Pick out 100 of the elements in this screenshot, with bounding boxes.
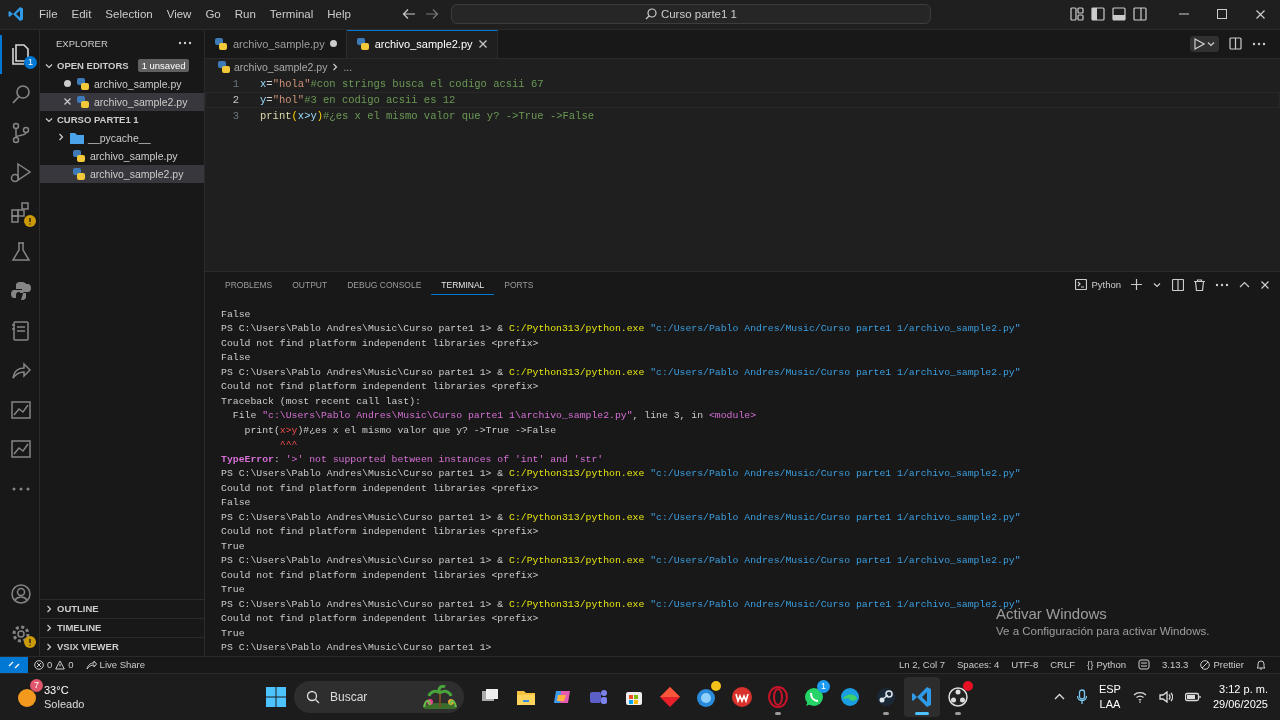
back-arrow-icon[interactable] [401, 8, 416, 21]
split-terminal-icon[interactable] [1172, 278, 1184, 291]
menu-item[interactable]: Help [320, 5, 358, 24]
breadcrumb-item[interactable]: ... [343, 61, 353, 74]
maximize-icon[interactable] [1217, 8, 1227, 19]
input-language[interactable]: ESP LAA [1098, 681, 1121, 712]
wifi-icon[interactable] [1132, 690, 1147, 703]
terminal-line: Could not find platform independent libraries <prefix> [221, 481, 539, 496]
ring-icon [767, 685, 789, 708]
tree-item[interactable]: archivo_sample.py [40, 146, 204, 165]
recording-icon [947, 685, 969, 708]
terminal-line: True [221, 626, 245, 641]
section-header[interactable]: VSIX VIEWER [40, 636, 204, 656]
python-file-icon [72, 148, 86, 163]
menu-item[interactable]: Terminal [262, 5, 321, 24]
terminal-line: PS C:\Users\Pablo Andres\Music\Curso parte1 1> & C:/Python313/python.exe "c:/Users/Pablo Andres/Music/Curso parte1 1/archivo_sample2.py" [221, 365, 1021, 380]
panel-tab[interactable]: TERMINAL [431, 274, 495, 296]
menu-item[interactable]: View [159, 5, 199, 24]
section-header[interactable]: CURSO PARTE1 1 [40, 110, 204, 129]
section-header[interactable]: OUTLINE [40, 598, 204, 618]
menu-item[interactable]: Edit [64, 5, 99, 24]
chat-bubble-icon [803, 685, 825, 708]
plus-icon[interactable] [1131, 279, 1142, 291]
editor-tab[interactable]: archivo_sample2.py [346, 29, 498, 58]
line-number: 1 [231, 76, 239, 92]
tree-item[interactable]: __pycache__ [40, 128, 204, 147]
bell-icon[interactable] [1256, 659, 1266, 671]
file-name: archivo_sample.py [90, 149, 178, 162]
remote-button[interactable] [0, 656, 28, 673]
chevron-icon [44, 641, 54, 652]
taskbar-app[interactable] [904, 676, 940, 717]
close-panel-icon[interactable] [1260, 279, 1270, 290]
cursor-position[interactable]: Ln 2, Col 7 [893, 659, 952, 671]
panel-tab[interactable]: DEBUG CONSOLE [337, 274, 432, 296]
split-editor-icon[interactable] [1229, 37, 1242, 51]
trash-icon[interactable] [1194, 278, 1205, 291]
run-button[interactable] [1190, 35, 1219, 52]
terminal-line: True [221, 583, 245, 598]
secondary-sidebar-icon[interactable] [1133, 7, 1147, 22]
file-name: archivo_sample.py [94, 77, 182, 90]
menu-item[interactable]: File [32, 5, 65, 24]
warning-icon [55, 659, 66, 670]
command-center-search[interactable]: Curso parte1 1 [450, 4, 931, 25]
search-icon [644, 8, 657, 21]
terminal-line: PS C:\Users\Pablo Andres\Music\Curso parte1 1> & C:/Python313/python.exe "c:/Users/Pablo Andres/Music/Curso parte1 1/archivo_sample2.py" [221, 554, 1021, 569]
chevron-up-icon[interactable] [1053, 693, 1065, 701]
menu-item[interactable]: Selection [98, 5, 160, 24]
clock[interactable]: 3:12 p. m. 29/06/2025 [1212, 681, 1268, 712]
panel-tab[interactable]: OUTPUT [282, 274, 338, 296]
interpreter-version[interactable]: 3.13.3 [1155, 659, 1195, 671]
chevron-icon [44, 622, 54, 633]
line-ending-status[interactable]: CRLF [1044, 659, 1081, 671]
indentation-status[interactable]: Spaces: 4 [951, 659, 1006, 671]
close-icon[interactable] [62, 97, 72, 107]
diamond-icon [659, 685, 681, 708]
close-window-icon[interactable] [1255, 8, 1266, 20]
open-editor-entry[interactable]: archivo_sample2.py [40, 92, 204, 111]
office-icon [731, 685, 753, 708]
python-file-icon [355, 37, 370, 52]
python-env-icon[interactable] [1137, 659, 1150, 671]
panel-toggle-icon[interactable] [1112, 7, 1126, 22]
language-mode[interactable]: {} Python [1081, 659, 1132, 671]
section-header[interactable]: OPEN EDITORS 1 unsaved [40, 56, 204, 75]
temperature: 33°C [44, 682, 70, 697]
section-header[interactable]: TIMELINE [40, 617, 204, 637]
open-editor-entry[interactable]: archivo_sample.py [40, 74, 204, 93]
tree-item[interactable]: archivo_sample2.py [40, 164, 204, 183]
breadcrumb-item[interactable]: archivo_sample2.py [234, 61, 328, 74]
panel-tab[interactable]: PROBLEMS [215, 274, 283, 296]
live-share-status[interactable]: Live Share [79, 659, 151, 671]
panel-tab[interactable]: PORTS [494, 274, 544, 296]
menu-item[interactable]: Go [198, 5, 228, 24]
microphone-icon[interactable] [1076, 688, 1087, 705]
forward-arrow-icon[interactable] [424, 8, 439, 21]
terminal-selector[interactable]: Python [1075, 279, 1121, 291]
terminal-line: Could not find platform independent libraries <prefix> [221, 612, 539, 627]
chevron-up-icon[interactable] [1239, 281, 1250, 289]
menu-item[interactable]: Run [227, 5, 263, 24]
share-icon [85, 659, 97, 670]
more-icon[interactable] [1215, 282, 1229, 287]
prettier-status[interactable]: Prettier [1194, 659, 1250, 671]
line-number: 3 [231, 108, 239, 124]
layout-icon[interactable] [1070, 7, 1084, 22]
sidebar-toggle-icon[interactable] [1091, 7, 1105, 22]
terminal-line: False [221, 496, 251, 511]
editor-tab[interactable]: archivo_sample.py [205, 29, 347, 58]
terminal-line: ^^^ [278, 438, 298, 453]
battery-icon[interactable] [1184, 691, 1201, 702]
more-icon[interactable] [178, 41, 192, 46]
start-icon[interactable] [266, 686, 286, 707]
remote-icon [8, 659, 20, 670]
volume-icon[interactable] [1158, 690, 1173, 703]
terminal-line: Could not find platform independent libraries <prefix> [221, 336, 539, 351]
problems-status[interactable]: 0 0 [28, 659, 80, 671]
taskbar-search[interactable]: Buscar [294, 680, 464, 713]
close-tab-icon[interactable] [477, 39, 488, 50]
account-icon [8, 582, 33, 607]
terminal-icon [1075, 279, 1088, 291]
more-icon[interactable] [1252, 41, 1266, 46]
encoding-status[interactable]: UTF-8 [1005, 659, 1045, 671]
